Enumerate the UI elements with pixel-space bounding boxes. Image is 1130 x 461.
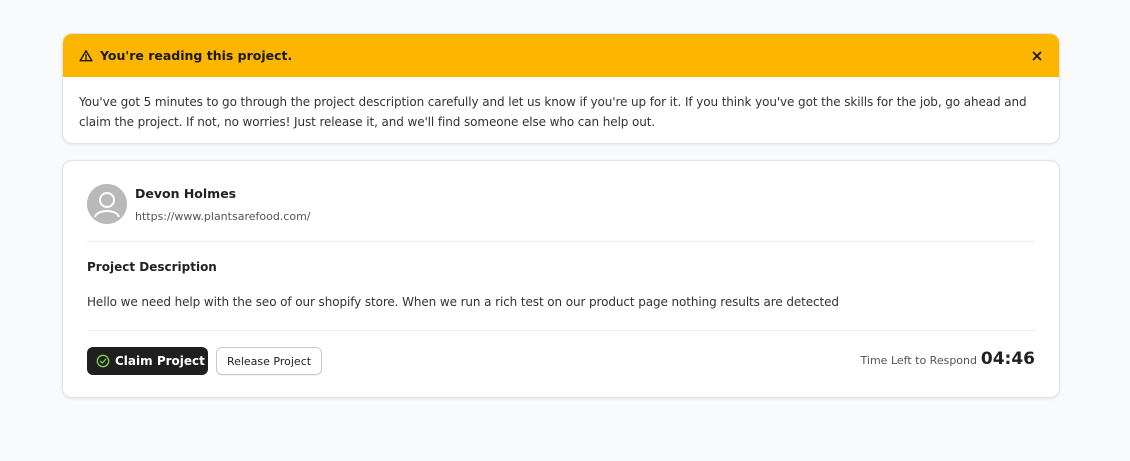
countdown-timer: 04:46 bbox=[980, 349, 1035, 369]
release-project-button[interactable]: Release Project bbox=[216, 347, 322, 375]
project-card: Devon Holmes https://www.plantsarefood.c… bbox=[62, 160, 1060, 398]
timer-label: Time Left to Respond bbox=[860, 354, 977, 367]
check-circle-icon bbox=[96, 354, 110, 368]
divider bbox=[87, 241, 1035, 242]
section-title: Project Description bbox=[87, 260, 217, 274]
alert-message: You've got 5 minutes to go through the p… bbox=[79, 95, 1027, 129]
warning-triangle-icon bbox=[79, 49, 93, 63]
divider bbox=[87, 330, 1035, 331]
claim-project-button[interactable]: Claim Project bbox=[87, 347, 208, 375]
alert-title: You're reading this project. bbox=[100, 48, 293, 63]
project-description: Hello we need help with the seo of our s… bbox=[87, 295, 839, 309]
close-icon[interactable] bbox=[1027, 46, 1047, 66]
reading-alert: You're reading this project. You've got … bbox=[62, 33, 1060, 144]
client-url: https://www.plantsarefood.com/ bbox=[135, 210, 311, 223]
client-name: Devon Holmes bbox=[135, 186, 237, 201]
user-avatar-icon bbox=[87, 184, 127, 224]
claim-label: Claim Project bbox=[115, 354, 205, 368]
alert-header: You're reading this project. bbox=[63, 34, 1059, 77]
